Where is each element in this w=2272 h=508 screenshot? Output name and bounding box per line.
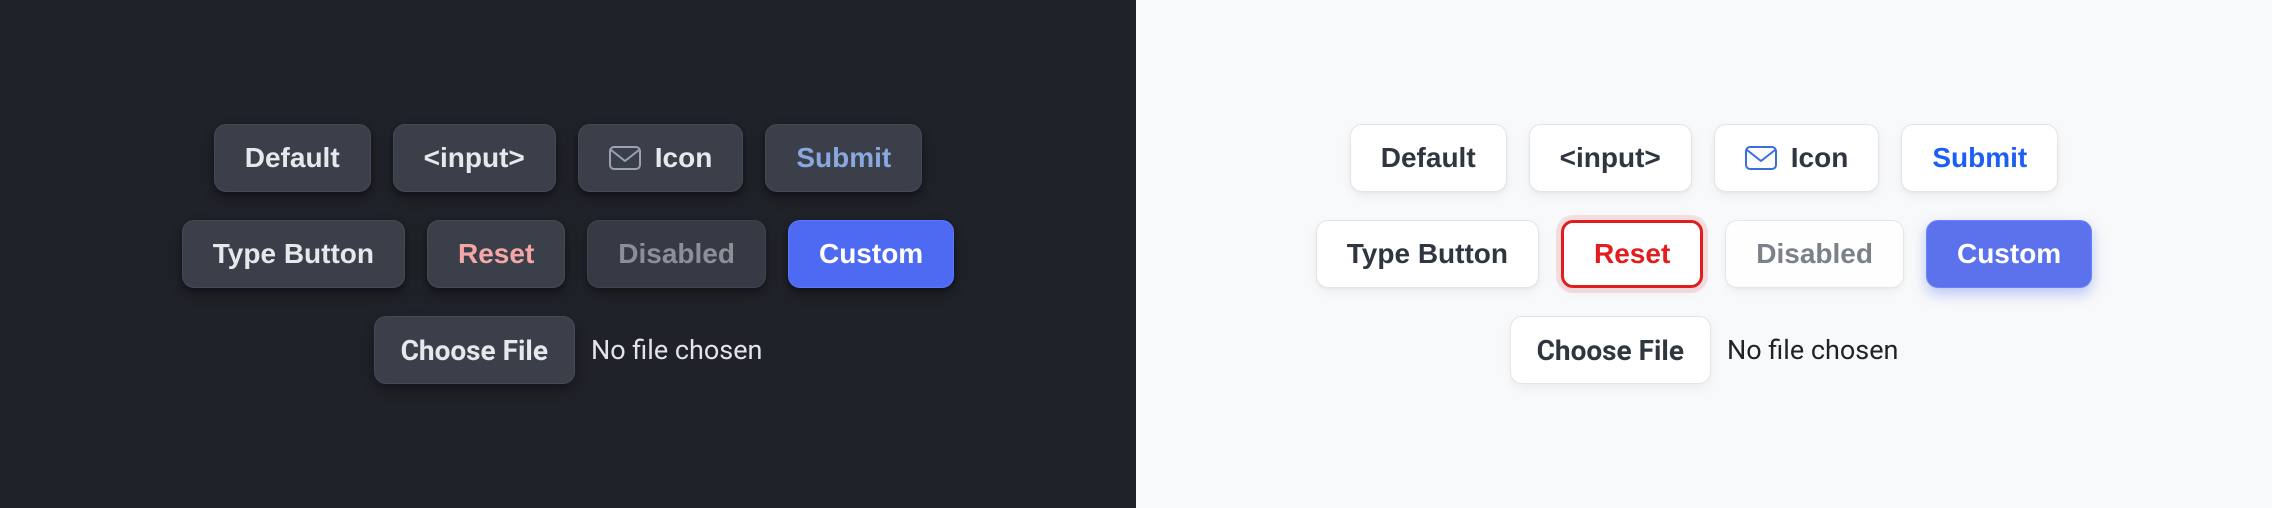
type-button-button[interactable]: Type Button <box>1316 220 1539 288</box>
row-2: Type Button Reset Disabled Custom <box>182 220 954 288</box>
default-button[interactable]: Default <box>1350 124 1507 192</box>
disabled-button: Disabled <box>1725 220 1904 288</box>
icon-button[interactable]: Icon <box>578 124 744 192</box>
input-button[interactable]: <input> <box>393 124 556 192</box>
icon-button[interactable]: Icon <box>1714 124 1880 192</box>
custom-button[interactable]: Custom <box>788 220 954 288</box>
row-3: Choose File No file chosen <box>374 316 763 384</box>
file-status-text: No file chosen <box>591 334 762 366</box>
light-theme-panel: Default <input> Icon Submit Type Button … <box>1136 0 2272 508</box>
submit-button[interactable]: Submit <box>1901 124 2058 192</box>
custom-button[interactable]: Custom <box>1926 220 2092 288</box>
file-status-text: No file chosen <box>1727 334 1898 366</box>
file-input-group: Choose File No file chosen <box>374 316 763 384</box>
mail-icon <box>1745 146 1777 170</box>
submit-button[interactable]: Submit <box>765 124 922 192</box>
file-input-group: Choose File No file chosen <box>1510 316 1899 384</box>
input-button[interactable]: <input> <box>1529 124 1692 192</box>
row-2: Type Button Reset Disabled Custom <box>1316 220 2092 288</box>
choose-file-button[interactable]: Choose File <box>1510 316 1711 384</box>
row-1: Default <input> Icon Submit <box>214 124 922 192</box>
dark-theme-panel: Default <input> Icon Submit Type Button … <box>0 0 1136 508</box>
disabled-button: Disabled <box>587 220 766 288</box>
choose-file-button[interactable]: Choose File <box>374 316 575 384</box>
reset-button[interactable]: Reset <box>427 220 565 288</box>
icon-button-label: Icon <box>655 142 713 174</box>
default-button[interactable]: Default <box>214 124 371 192</box>
icon-button-label: Icon <box>1791 142 1849 174</box>
type-button-button[interactable]: Type Button <box>182 220 405 288</box>
row-1: Default <input> Icon Submit <box>1350 124 2058 192</box>
mail-icon <box>609 146 641 170</box>
row-3: Choose File No file chosen <box>1510 316 1899 384</box>
reset-button[interactable]: Reset <box>1561 220 1703 288</box>
